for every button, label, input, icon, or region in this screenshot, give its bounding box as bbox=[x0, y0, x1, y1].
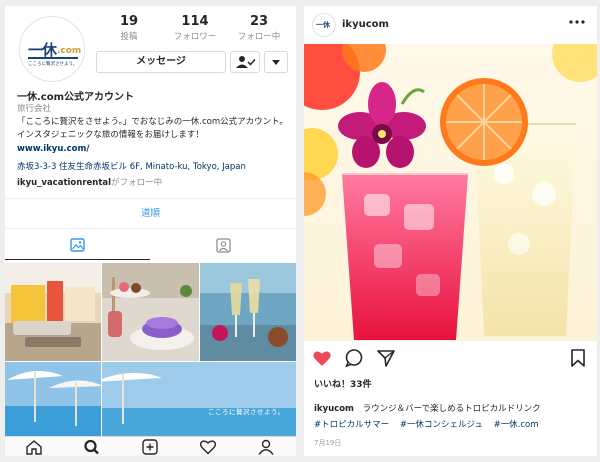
comment-icon[interactable] bbox=[344, 348, 364, 368]
divider bbox=[5, 228, 296, 229]
stat-following[interactable]: 23 フォロー中 bbox=[228, 14, 290, 42]
grid-post-sweets[interactable] bbox=[102, 263, 199, 361]
stat-followers-count: 114 bbox=[181, 14, 209, 29]
hashtag-link[interactable]: #一休コンシェルジュ bbox=[400, 420, 483, 430]
champagne-photo bbox=[200, 263, 296, 361]
logo-rule bbox=[28, 57, 78, 59]
add-post-icon[interactable] bbox=[141, 439, 159, 455]
sweets-photo bbox=[102, 263, 199, 361]
more-horizontal-icon[interactable] bbox=[568, 16, 586, 28]
stat-followers-label: フォロワー bbox=[173, 32, 217, 42]
tab-tagged[interactable] bbox=[151, 234, 296, 260]
followed-by-suffix: がフォロー中 bbox=[111, 178, 163, 188]
profile-avatar[interactable]: 一休 .com こころに贅沢させよう。 bbox=[19, 16, 85, 82]
followed-by-user: ikyu_vacationrental bbox=[17, 178, 112, 188]
bottom-nav bbox=[5, 436, 296, 456]
profile-address-link[interactable]: 赤坂3-3-3 住友生命赤坂ビル 6F, Minato-ku, Tokyo, J… bbox=[17, 160, 246, 172]
caret-down-icon bbox=[272, 60, 280, 65]
grid-post-lounge[interactable] bbox=[5, 263, 101, 361]
post-avatar-mark: 一休 bbox=[316, 20, 330, 29]
profile-name: 一休.com公式アカウント bbox=[17, 92, 135, 103]
post-panel: 一休 ikyucom いいね！33件 ikyucom ラウンジ＆バーで楽しめるト… bbox=[304, 6, 597, 456]
directions-button[interactable]: 道順 bbox=[5, 205, 296, 219]
tropical-drink-photo bbox=[304, 44, 597, 341]
bookmark-icon[interactable] bbox=[568, 348, 588, 368]
person-check-icon bbox=[236, 56, 256, 68]
caption-username[interactable]: ikyucom bbox=[314, 404, 354, 414]
home-icon[interactable] bbox=[25, 439, 43, 455]
following-button[interactable] bbox=[230, 51, 260, 73]
share-icon[interactable] bbox=[376, 348, 396, 368]
search-icon[interactable] bbox=[83, 439, 101, 455]
grid-post-beach-right[interactable]: こころに贅沢させよう。 bbox=[102, 362, 296, 436]
stat-followers[interactable]: 114 フォロワー bbox=[165, 14, 225, 42]
stat-posts-label: 投稿 bbox=[120, 32, 138, 42]
more-options-button[interactable] bbox=[264, 51, 288, 73]
tab-grid[interactable] bbox=[5, 234, 150, 260]
hashtag-link[interactable]: #トロピカルサマー bbox=[314, 420, 389, 430]
lounge-photo bbox=[5, 263, 101, 361]
profile-website-link[interactable]: www.ikyu.com/ bbox=[17, 144, 89, 154]
image-grid-icon bbox=[70, 238, 85, 252]
profile-icon[interactable] bbox=[257, 439, 275, 455]
followed-by[interactable]: ikyu_vacationrentalがフォロー中 bbox=[17, 176, 162, 188]
stat-posts-count: 19 bbox=[119, 14, 139, 29]
profile-panel: 一休 .com こころに贅沢させよう。 19 投稿 114 フォロワー 23 フ… bbox=[5, 6, 296, 456]
post-image[interactable] bbox=[304, 44, 597, 341]
logo-tagline: こころに贅沢させよう。 bbox=[28, 62, 78, 67]
caption-text: ラウンジ＆バーで楽しめるトロピカルドリンク bbox=[362, 404, 541, 414]
stat-following-count: 23 bbox=[249, 14, 269, 29]
tagged-person-icon bbox=[216, 238, 231, 253]
profile-bio: 「こころに贅沢をさせよう。」でおなじみの一休.com公式アカウント。インスタジェ… bbox=[17, 117, 288, 140]
like-heart-icon[interactable] bbox=[312, 348, 332, 368]
divider bbox=[5, 198, 296, 199]
grid-overlay-text: こころに贅沢させよう。 bbox=[208, 408, 285, 416]
post-username[interactable]: ikyucom bbox=[342, 19, 389, 30]
post-date: 7月19日 bbox=[314, 439, 342, 447]
beach-photo bbox=[5, 362, 101, 436]
logo-com: .com bbox=[57, 46, 82, 56]
sky-photo bbox=[102, 362, 296, 436]
grid-post-beach-left[interactable] bbox=[5, 362, 101, 436]
stat-following-label: フォロー中 bbox=[237, 32, 281, 42]
post-avatar[interactable]: 一休 bbox=[312, 13, 336, 37]
grid-post-champagne[interactable] bbox=[200, 263, 296, 361]
post-grid: こころに贅沢させよう。 bbox=[5, 263, 296, 436]
hashtag-link[interactable]: #一休.com bbox=[494, 420, 539, 430]
message-button[interactable]: メッセージ bbox=[96, 51, 226, 73]
profile-category: 旅行会社 bbox=[17, 104, 52, 114]
heart-icon[interactable] bbox=[199, 439, 217, 455]
post-caption: ikyucom ラウンジ＆バーで楽しめるトロピカルドリンク #トロピカルサマー … bbox=[314, 401, 589, 433]
stat-posts[interactable]: 19 投稿 bbox=[109, 14, 149, 42]
like-count[interactable]: いいね！33件 bbox=[314, 377, 372, 390]
